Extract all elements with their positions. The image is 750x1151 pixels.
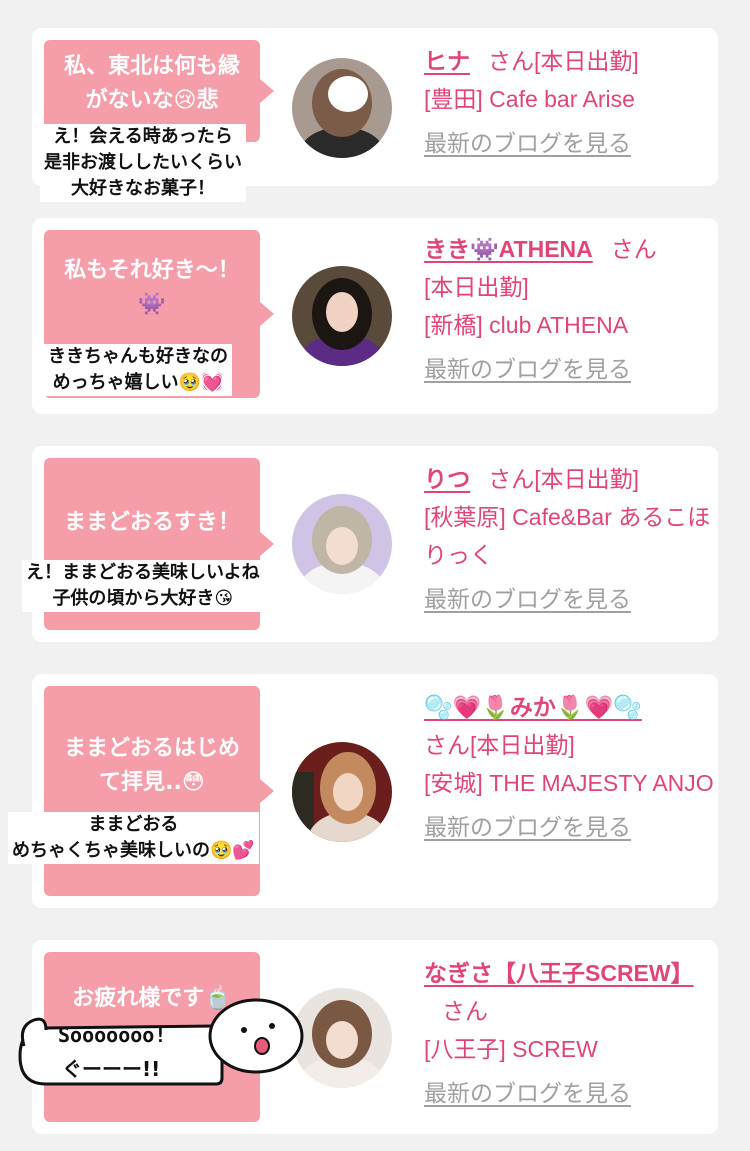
shop-label: [八王子] SCREW — [424, 1036, 598, 1062]
avatar[interactable] — [292, 58, 392, 158]
blog-link[interactable]: 最新のブログを見る — [424, 808, 714, 846]
comment-text: 私もそれ好き〜！👾 — [64, 258, 240, 317]
comment-text: 私、東北は何も縁がないな😢悲 — [63, 54, 240, 113]
blog-link[interactable]: 最新のブログを見る — [424, 1074, 714, 1112]
status-label: [本日出勤] — [534, 48, 639, 74]
comment-text: ままどおるはじめて拝見..😳 — [63, 736, 240, 795]
reply-line: え！会える時あったら — [53, 126, 233, 147]
avatar[interactable] — [292, 266, 392, 366]
profile-card: ままどおるはじめて拝見..😳 🫧💗🌷みか🌷💗🫧 さん[本日出勤] [安城] TH… — [32, 674, 718, 908]
profile-name[interactable]: りつ — [424, 466, 470, 492]
shop-label: [秋葉原] Cafe&Bar あるこほりっく — [424, 504, 711, 568]
reply-overlay: ききちゃんも好きなの めっちゃ嬉しい🥹💓 — [44, 344, 232, 396]
status-label: [本日出勤] — [534, 466, 640, 492]
comment-text: ままどおるすき！ — [63, 510, 240, 535]
reply-line: 子供の頃から大好き😘 — [52, 588, 234, 609]
avatar[interactable] — [292, 742, 392, 842]
status-label: [本日出勤] — [470, 732, 575, 758]
shop-label: [豊田] Cafe bar Arise — [424, 86, 635, 112]
profile-name[interactable]: ヒナ — [424, 48, 470, 74]
reply-line: 是非お渡ししたいくらい — [44, 152, 242, 173]
sticker-text: Sooooooo! — [58, 1023, 166, 1047]
reply-line: ききちゃんも好きなの — [48, 346, 228, 367]
sticker-text: ぐーーー!! — [62, 1057, 160, 1081]
avatar[interactable] — [292, 988, 392, 1088]
shop-label: [安城] THE MAJESTY ANJO — [424, 770, 714, 796]
reply-line: え！ままどおる美味しいよね — [26, 562, 260, 583]
reply-overlay: ままどおる めちゃくちゃ美味しいの🥹💕 — [8, 812, 259, 864]
profile-card: ままどおるすき！ りつ さん[本日出勤] [秋葉原] Cafe&Bar あるこほり… — [32, 446, 718, 642]
honorific: さん — [424, 732, 470, 758]
blog-link[interactable]: 最新のブログを見る — [424, 124, 714, 162]
blog-link[interactable]: 最新のブログを見る — [424, 580, 714, 618]
profile-name[interactable]: なぎさ【八王子SCREW】 — [424, 960, 694, 986]
honorific: さん — [488, 466, 535, 492]
blog-link[interactable]: 最新のブログを見る — [424, 350, 714, 388]
thumbs-up-sticker-icon: Sooooooo! ぐーーー!! — [18, 998, 304, 1086]
shop-label: [新橋] club ATHENA — [424, 312, 629, 338]
honorific: さん — [442, 998, 488, 1024]
honorific: さん — [610, 236, 657, 262]
profile-info: なぎさ【八王子SCREW】さん [八王子] SCREW 最新のブログを見る — [424, 954, 714, 1112]
reply-line: めちゃくちゃ美味しいの🥹💕 — [12, 840, 255, 861]
profile-name[interactable]: きき👾ATHENA — [424, 236, 593, 262]
profile-info: ヒナ さん[本日出勤] [豊田] Cafe bar Arise 最新のブログを見る — [424, 42, 714, 162]
reply-line: 大好きなお菓子！ — [71, 178, 215, 199]
profile-name[interactable]: 🫧💗🌷みか🌷💗🫧 — [424, 694, 642, 720]
profile-info: 🫧💗🌷みか🌷💗🫧 さん[本日出勤] [安城] THE MAJESTY ANJO … — [424, 688, 714, 846]
profile-info: きき👾ATHENA さん [本日出勤] [新橋] club ATHENA 最新のブ… — [424, 230, 714, 388]
comment-bubble: ままどおるはじめて拝見..😳 — [44, 686, 274, 896]
reply-line: めっちゃ嬉しい🥹💓 — [52, 372, 224, 393]
reply-overlay: え！会える時あったら 是非お渡ししたいくらい 大好きなお菓子！ — [40, 124, 246, 202]
avatar[interactable] — [292, 494, 392, 594]
status-label: [本日出勤] — [424, 274, 529, 300]
reply-line: ままどおる — [88, 814, 179, 835]
reply-overlay: え！ままどおる美味しいよね 子供の頃から大好き😘 — [22, 560, 264, 612]
honorific: さん — [488, 48, 534, 74]
profile-info: りつ さん[本日出勤] [秋葉原] Cafe&Bar あるこほりっく 最新のブログ… — [424, 460, 714, 618]
